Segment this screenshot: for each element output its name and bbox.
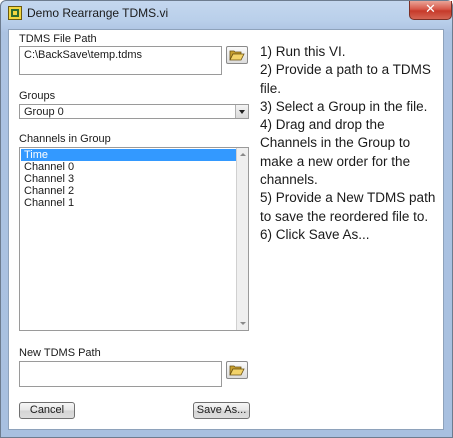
front-panel: TDMS File Path C:\BackSave\temp.tdms Gro… bbox=[8, 29, 444, 430]
instruction-line: make a new order for the bbox=[260, 153, 411, 169]
new-tdms-path-label: New TDMS Path bbox=[19, 347, 101, 359]
instruction-line: to save the reordered file to. bbox=[260, 208, 429, 224]
instruction-line: 6) Click Save As... bbox=[260, 226, 370, 242]
channel-list-item[interactable]: Channel 2 bbox=[21, 185, 236, 197]
close-button[interactable]: ✕ bbox=[409, 1, 452, 20]
close-icon: ✕ bbox=[425, 2, 436, 17]
groups-dropdown[interactable]: Group 0 bbox=[19, 104, 249, 119]
new-tdms-path-input[interactable] bbox=[19, 361, 222, 387]
instruction-line: 2) Provide a path to a TDMS bbox=[260, 62, 431, 78]
scroll-up-icon[interactable] bbox=[237, 149, 248, 160]
window-title: Demo Rearrange TDMS.vi bbox=[27, 6, 169, 20]
instruction-line: Channels in the Group to bbox=[260, 135, 411, 151]
channel-list-item[interactable]: Channel 3 bbox=[21, 173, 236, 185]
instruction-line: 5) Provide a New TDMS path bbox=[260, 190, 436, 206]
instruction-line: 4) Drag and drop the bbox=[260, 117, 385, 133]
save-as-button[interactable]: Save As... bbox=[193, 402, 250, 419]
groups-label: Groups bbox=[19, 90, 56, 102]
channel-list-item[interactable]: Channel 0 bbox=[21, 161, 236, 173]
channels-scrollbar[interactable] bbox=[236, 148, 248, 330]
channel-list-item[interactable]: Channel 1 bbox=[21, 197, 236, 209]
groups-selected-value: Group 0 bbox=[24, 106, 64, 118]
folder-open-icon bbox=[229, 365, 245, 376]
channels-label: Channels in Group bbox=[19, 133, 111, 145]
instruction-line: channels. bbox=[260, 172, 318, 188]
channel-list-item[interactable]: Time bbox=[21, 149, 236, 161]
tdms-file-browse-button[interactable] bbox=[226, 46, 248, 64]
app-window: Demo Rearrange TDMS.vi ✕ TDMS File Path … bbox=[0, 0, 453, 438]
tdms-file-path-input[interactable]: C:\BackSave\temp.tdms bbox=[19, 46, 222, 75]
channels-listbox[interactable]: Channel 1 Channel 2 Channel 3 Channel 0 Time bbox=[19, 147, 249, 331]
chevron-down-icon[interactable] bbox=[235, 105, 248, 118]
cancel-button[interactable]: Cancel bbox=[19, 402, 75, 419]
title-bar[interactable]: Demo Rearrange TDMS.vi ✕ bbox=[1, 1, 452, 25]
scroll-down-icon[interactable] bbox=[237, 318, 248, 329]
instructions-text: 1) Run this VI. 2) Provide a path to a TD… bbox=[260, 43, 442, 244]
instruction-line: file. bbox=[260, 80, 282, 96]
instruction-line: 1) Run this VI. bbox=[260, 44, 346, 59]
new-tdms-browse-button[interactable] bbox=[226, 361, 248, 379]
folder-open-icon bbox=[229, 50, 245, 61]
labview-vi-icon[interactable] bbox=[8, 6, 22, 20]
instruction-line: 3) Select a Group in the file. bbox=[260, 98, 428, 114]
tdms-file-path-label: TDMS File Path bbox=[19, 33, 97, 45]
